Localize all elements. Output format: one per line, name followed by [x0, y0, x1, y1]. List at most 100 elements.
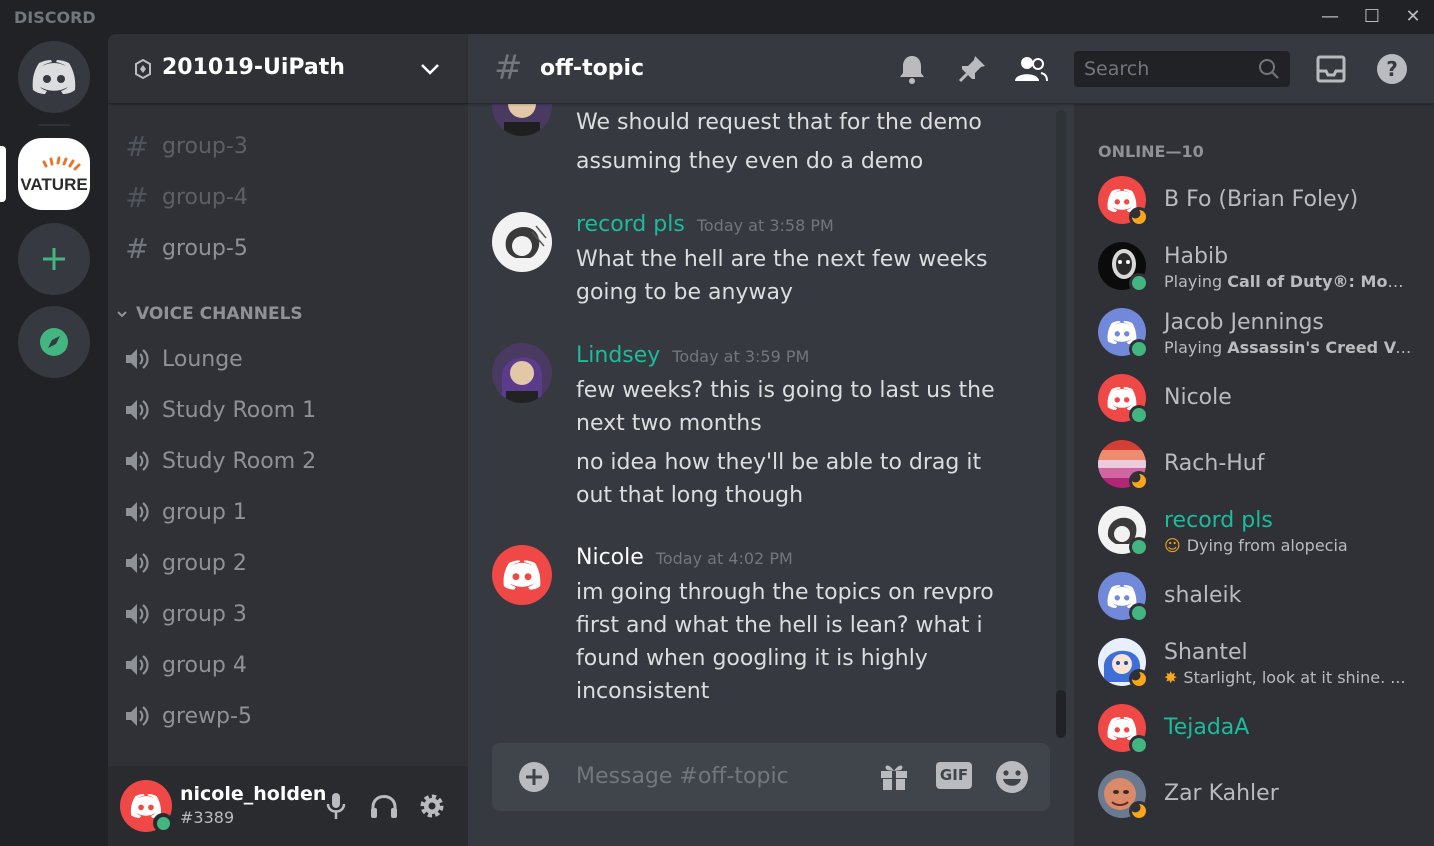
notification-bell-icon[interactable] [895, 52, 929, 86]
avatar[interactable] [492, 343, 552, 403]
gift-icon[interactable] [878, 760, 910, 792]
online-status-icon [1129, 537, 1149, 557]
channel-item[interactable]: # group-5 [124, 226, 454, 270]
member-item[interactable]: Rach-Huf [1098, 434, 1428, 494]
rail-separator [38, 124, 70, 126]
member-item[interactable]: Habib Playing Call of Duty®: Modern ... [1098, 236, 1428, 296]
voice-channel-item[interactable]: Lounge [124, 337, 454, 381]
voice-channel-item[interactable]: Study Room 2 [124, 439, 454, 483]
member-item[interactable]: record pls ☺ Dying from alopecia [1098, 500, 1428, 560]
microphone-icon[interactable] [325, 792, 347, 820]
message-timestamp: Today at 3:58 PM [696, 216, 834, 235]
online-status-icon [1129, 735, 1149, 755]
member-list: ONLINE—10 B Fo (Brian Foley) Habib Playing… [1074, 104, 1434, 846]
selected-server-indicator [0, 146, 6, 202]
message-author[interactable]: Lindsey Today at 3:59 PM [576, 343, 809, 368]
search-box[interactable]: Search [1074, 51, 1290, 87]
online-status-icon [1129, 273, 1149, 293]
idle-status-icon [1129, 801, 1149, 821]
member-item[interactable]: Zar Kahler [1098, 764, 1428, 824]
avatar[interactable] [492, 212, 552, 272]
member-custom-status: ✸ Starlight, look at it shine. ... [1164, 668, 1414, 687]
channel-sidebar: 201019-UiPath # group-3 # group-4 # grou… [108, 34, 468, 846]
add-attachment-icon[interactable] [518, 761, 550, 793]
online-status-icon [1129, 339, 1149, 359]
maximize-button[interactable]: ☐ [1358, 6, 1386, 28]
member-avatar [1098, 308, 1149, 359]
online-status-icon [1129, 603, 1149, 623]
guild-header[interactable]: 201019-UiPath [108, 34, 468, 104]
speaker-icon [124, 602, 150, 626]
activity-prefix: Playing [1164, 338, 1228, 357]
server-vature[interactable]: VATURE [18, 138, 90, 210]
svg-text:?: ? [1386, 57, 1398, 81]
member-avatar [1098, 506, 1149, 557]
compass-icon [40, 328, 68, 356]
close-button[interactable]: ✕ [1399, 6, 1427, 28]
member-custom-status: ☺ Dying from alopecia [1164, 536, 1414, 555]
message-text: What the hell are the next few weeks goi… [576, 247, 988, 305]
message-text: few weeks? this is going to last us the … [576, 378, 995, 436]
avatar[interactable] [492, 104, 552, 136]
search-placeholder: Search [1084, 58, 1150, 80]
discord-logo-icon [503, 560, 541, 590]
voice-channel-item[interactable]: Study Room 1 [124, 388, 454, 432]
home-button[interactable] [18, 41, 90, 113]
voice-channel-item[interactable]: group 4 [124, 643, 454, 687]
channel-label: group-5 [162, 235, 248, 261]
voice-channel-item[interactable]: grewp-5 [124, 694, 454, 738]
voice-channel-label: group 4 [162, 652, 247, 678]
message-composer[interactable]: Message #off-topic GIF [492, 743, 1050, 811]
member-name: shaleik [1164, 583, 1242, 608]
category-label: VOICE CHANNELS [136, 304, 303, 324]
author-name: record pls [576, 212, 685, 237]
vature-label: VATURE [20, 175, 87, 194]
member-item[interactable]: Jacob Jennings Playing Assassin's Creed V… [1098, 302, 1428, 362]
message-author[interactable]: Nicole Today at 4:02 PM [576, 545, 793, 570]
headphones-icon[interactable] [370, 793, 398, 819]
activity-name: Assassin's Creed Valh... [1227, 338, 1414, 357]
message-scrollbar[interactable] [1056, 110, 1066, 738]
user-panel: nicole_holden #3389 [108, 766, 468, 846]
inbox-icon[interactable] [1314, 52, 1348, 86]
voice-channels-category[interactable]: VOICE CHANNELS [116, 304, 303, 324]
voice-channel-item[interactable]: group 1 [124, 490, 454, 534]
message-text: We should request that for the demo [576, 110, 982, 135]
voice-channel-item[interactable]: group 2 [124, 541, 454, 585]
member-item[interactable]: TejadaA [1098, 698, 1428, 758]
speaker-icon [124, 653, 150, 677]
member-name: B Fo (Brian Foley) [1164, 187, 1359, 212]
member-item[interactable]: Shantel ✸ Starlight, look at it shine. ... [1098, 632, 1428, 692]
member-name: record pls [1164, 508, 1273, 533]
gear-icon[interactable] [418, 792, 446, 820]
member-item[interactable]: Nicole [1098, 368, 1428, 428]
message-author[interactable]: record pls Today at 3:58 PM [576, 212, 834, 237]
activity-prefix: Playing [1164, 272, 1228, 291]
add-server-button[interactable] [18, 223, 90, 295]
gif-button[interactable]: GIF [936, 762, 972, 789]
help-icon[interactable]: ? [1375, 52, 1409, 86]
chat-area: # off-topic Search ? We should request t… [468, 34, 1434, 846]
emoji-icon[interactable] [995, 760, 1029, 794]
scrollbar-thumb[interactable] [1056, 690, 1066, 738]
avatar[interactable] [492, 545, 552, 605]
member-item[interactable]: shaleik [1098, 566, 1428, 626]
channel-item[interactable]: # group-3 [124, 124, 454, 168]
message-input[interactable]: Message #off-topic [576, 764, 789, 789]
voice-channel-item[interactable]: group 3 [124, 592, 454, 636]
user-discriminator: #3389 [180, 808, 235, 827]
channel-item[interactable]: # group-4 [124, 175, 454, 219]
username: nicole_holden [180, 783, 327, 805]
status-emoji-icon: ☺ [1164, 536, 1181, 555]
search-icon [1259, 59, 1279, 79]
explore-servers-button[interactable] [18, 306, 90, 378]
member-item[interactable]: B Fo (Brian Foley) [1098, 170, 1428, 230]
minimize-button[interactable]: — [1316, 6, 1344, 28]
member-list-icon[interactable] [1014, 52, 1048, 86]
chevron-down-icon[interactable] [420, 63, 440, 77]
channel-label: group-4 [162, 184, 248, 210]
user-avatar[interactable] [120, 780, 173, 833]
server-rail: VATURE [0, 34, 108, 846]
member-name: Shantel [1164, 640, 1248, 665]
pin-icon[interactable] [955, 52, 989, 86]
